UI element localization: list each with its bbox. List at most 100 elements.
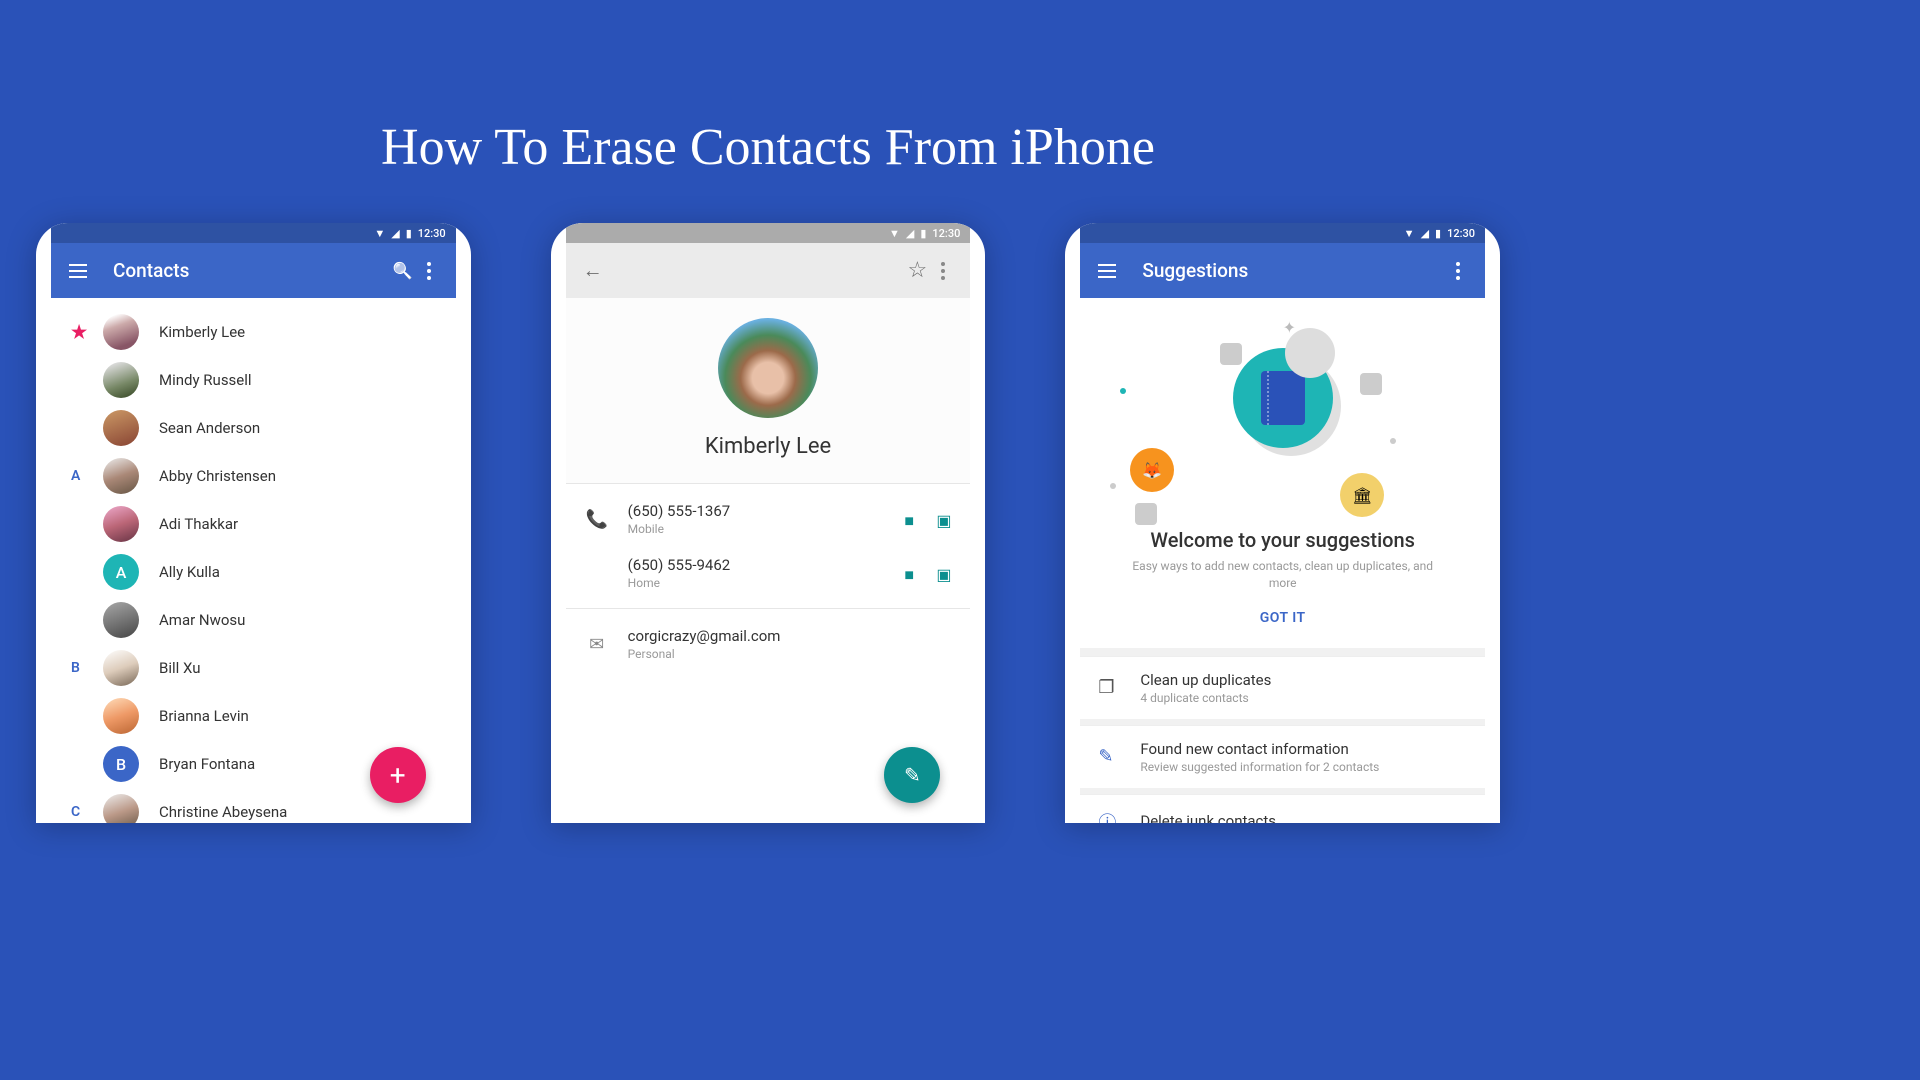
suggestions-hero-title: Welcome to your suggestions (1090, 528, 1475, 552)
contact-row[interactable]: Sean Anderson (51, 404, 456, 452)
contact-avatar (103, 650, 139, 686)
section-marker: B (71, 660, 103, 676)
app-bar-title: Contacts (113, 259, 189, 282)
contacts-list[interactable]: ★Kimberly LeeMindy RussellSean AndersonA… (51, 298, 456, 823)
section-marker: A (71, 468, 103, 484)
email-label: Personal (628, 647, 953, 661)
contact-avatar (103, 698, 139, 734)
pencil-icon: ✎ (1098, 746, 1120, 767)
suggestion-card-duplicates[interactable]: ❐ Clean up duplicates 4 duplicate contac… (1080, 656, 1485, 719)
hamburger-icon (69, 264, 87, 278)
status-time: 12:30 (418, 227, 446, 240)
message-button[interactable]: ▣ (936, 565, 952, 581)
app-bar-detail (566, 243, 971, 298)
got-it-button[interactable]: GOT IT (1090, 610, 1475, 626)
add-contact-fab[interactable]: + (370, 747, 426, 803)
contact-avatar (103, 362, 139, 398)
contact-name: Christine Abeysena (159, 803, 287, 821)
menu-button[interactable] (1094, 258, 1120, 284)
decorative-dot (1390, 438, 1396, 444)
menu-button[interactable] (65, 258, 91, 284)
suggestion-card-delete-junk[interactable]: ⓘ Delete junk contacts (1080, 794, 1485, 823)
contact-avatar (103, 314, 139, 350)
phone-label: Mobile (628, 522, 887, 536)
contact-row[interactable]: Mindy Russell (51, 356, 456, 404)
suggestion-card-new-info[interactable]: ✎ Found new contact information Review s… (1080, 725, 1485, 788)
battery-icon: ▮ (920, 227, 926, 240)
page-title: How To Erase Contacts From iPhone (0, 0, 1536, 177)
more-button[interactable] (1445, 258, 1471, 284)
contact-row[interactable]: Amar Nwosu (51, 596, 456, 644)
phone-number: (650) 555-1367 (628, 502, 887, 520)
contact-hero: Kimberly Lee (566, 298, 971, 483)
card-title: Found new contact information (1140, 740, 1467, 758)
phone-section: 📞 (650) 555-1367 Mobile ■ ▣ (650) 555-94… (566, 483, 971, 608)
signal-icon: ◢ (1421, 227, 1429, 240)
contact-row[interactable]: Adi Thakkar (51, 500, 456, 548)
card-icon (1360, 373, 1382, 395)
battery-icon: ▮ (406, 227, 412, 240)
more-button[interactable] (930, 258, 956, 284)
contact-avatar (103, 458, 139, 494)
wifi-icon: ▼ (374, 227, 385, 240)
signal-icon: ◢ (391, 227, 399, 240)
battery-icon: ▮ (1435, 227, 1441, 240)
contact-row[interactable]: Brianna Levin (51, 692, 456, 740)
card-icon (1220, 343, 1242, 365)
phone-number: (650) 555-9462 (628, 556, 887, 574)
contact-row[interactable]: B Bill Xu (51, 644, 456, 692)
phone-row-2[interactable]: (650) 555-9462 Home ■ ▣ (584, 546, 953, 600)
copy-icon: ❐ (1098, 677, 1120, 698)
section-marker: ★ (71, 322, 103, 343)
edit-contact-fab[interactable]: ✎ (884, 747, 940, 803)
phone-icon: 📞 (584, 509, 610, 530)
status-time: 12:30 (1447, 227, 1475, 240)
message-button[interactable]: ▣ (936, 511, 952, 527)
contact-avatar (103, 602, 139, 638)
status-bar: ▼ ◢ ▮ 12:30 (1080, 223, 1485, 243)
phones-row: ▼ ◢ ▮ 12:30 Contacts ★ Kimberly Lee Mindy … (0, 177, 1536, 823)
back-button[interactable] (580, 258, 606, 284)
contact-row[interactable]: A Ally Kulla (51, 548, 456, 596)
app-bar-suggestions: Suggestions (1080, 243, 1485, 298)
app-bar-title: Suggestions (1142, 259, 1248, 282)
more-icon (941, 262, 945, 280)
contact-name: Bill Xu (159, 659, 201, 677)
suggestions-hero: 🦊 🏛 Welcome to your suggestions Easy way… (1080, 298, 1485, 648)
card-subtitle: Review suggested information for 2 conta… (1140, 760, 1467, 774)
decorative-dot (1120, 388, 1126, 394)
contact-name: Kimberly Lee (566, 434, 971, 459)
search-button[interactable] (390, 258, 416, 284)
phone-contacts: ▼ ◢ ▮ 12:30 Contacts ★ Kimberly Lee Mindy … (36, 223, 471, 823)
phone-label: Home (628, 576, 887, 590)
fox-icon: 🦊 (1130, 448, 1174, 492)
favorite-button[interactable] (904, 258, 930, 284)
phone-contact-detail: ▼ ◢ ▮ 12:30 Kimberly Lee 📞 (650) 555-1 (551, 223, 986, 823)
contact-row[interactable]: ★ Kimberly Lee (51, 308, 456, 356)
card-subtitle: 4 duplicate contacts (1140, 691, 1467, 705)
contact-avatar[interactable] (718, 318, 818, 418)
hamburger-icon (1098, 264, 1116, 278)
video-call-button[interactable]: ■ (904, 511, 920, 527)
wifi-icon: ▼ (889, 227, 900, 240)
suggestions-illustration: 🦊 🏛 (1090, 318, 1475, 518)
contact-row[interactable]: A Abby Christensen (51, 452, 456, 500)
contact-name: Mindy Russell (159, 371, 252, 389)
contact-avatar (103, 506, 139, 542)
status-bar: ▼ ◢ ▮ 12:30 (566, 223, 971, 243)
contact-name: Adi Thakkar (159, 515, 238, 533)
phone-suggestions: ▼ ◢ ▮ 12:30 Suggestions 🦊 🏛 (1065, 223, 1500, 823)
contact-avatar: A (103, 554, 139, 590)
email-address: corgicrazy@gmail.com (628, 627, 953, 645)
contact-name: Ally Kulla (159, 563, 220, 581)
contact-name: Kimberly Lee (159, 323, 245, 341)
contact-name: Bryan Fontana (159, 755, 255, 773)
video-call-button[interactable]: ■ (904, 565, 920, 581)
email-icon: ✉ (584, 634, 610, 655)
more-button[interactable] (416, 258, 442, 284)
contact-name: Amar Nwosu (159, 611, 245, 629)
phone-row-1[interactable]: 📞 (650) 555-1367 Mobile ■ ▣ (584, 492, 953, 546)
contact-name: Abby Christensen (159, 467, 276, 485)
more-icon (427, 262, 431, 280)
email-row[interactable]: ✉ corgicrazy@gmail.com Personal (584, 617, 953, 671)
